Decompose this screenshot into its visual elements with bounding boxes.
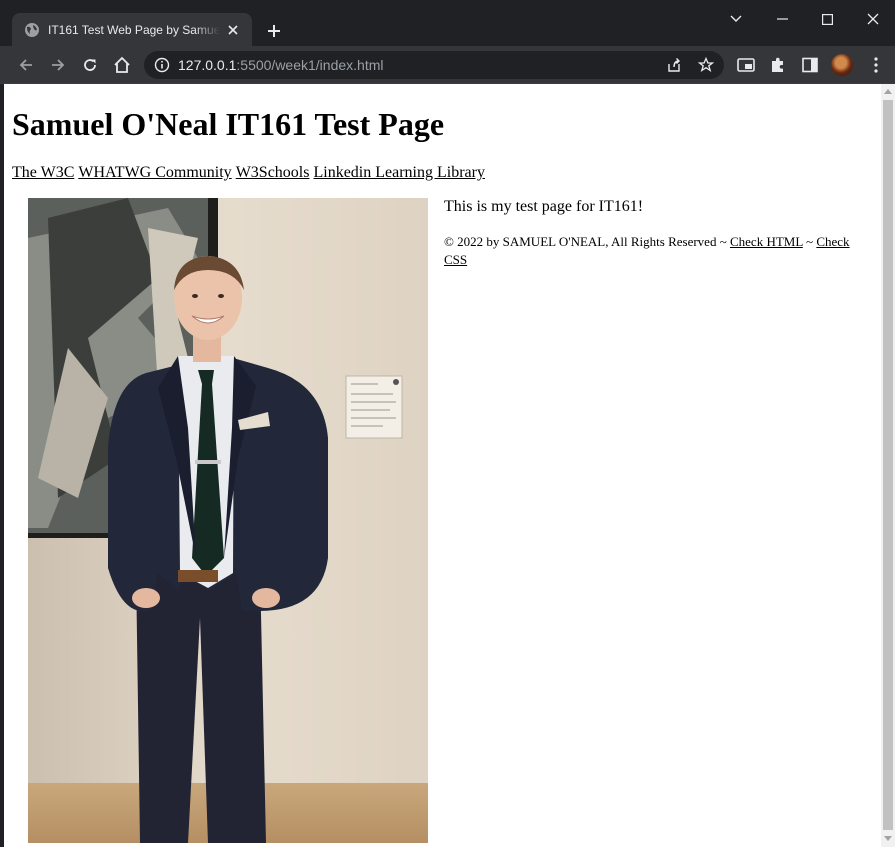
url-path: :5500/week1/index.html (236, 57, 384, 73)
check-html-link[interactable]: Check HTML (730, 234, 803, 249)
kebab-menu-icon (874, 57, 878, 73)
tab-search-button[interactable] (722, 6, 750, 32)
copyright-text: © 2022 by SAMUEL O'NEAL, All Rights Rese… (444, 234, 730, 249)
media-router-button[interactable] (734, 53, 758, 77)
page-viewport: Samuel O'Neal IT161 Test Page The W3C WHA… (4, 84, 881, 847)
home-icon (114, 56, 130, 73)
close-tab-icon[interactable] (224, 21, 242, 39)
link-w3c[interactable]: The W3C (12, 164, 74, 181)
home-button[interactable] (110, 53, 134, 77)
scrollbar-thumb[interactable] (883, 100, 893, 830)
link-whatwg[interactable]: WHATWG Community (78, 164, 231, 181)
tab-title: IT161 Test Web Page by Samuel O'Neal (48, 23, 220, 37)
browser-toolbar: 127.0.0.1:5500/week1/index.html (0, 46, 895, 84)
vertical-scrollbar[interactable] (881, 84, 895, 847)
close-window-button[interactable] (859, 6, 887, 32)
maximize-icon (821, 13, 833, 25)
title-bar: IT161 Test Web Page by Samuel O'Neal (0, 0, 895, 47)
maximize-button[interactable] (813, 6, 841, 32)
chevron-down-icon (730, 15, 742, 22)
footer-separator: ~ (802, 234, 817, 249)
share-icon[interactable] (666, 57, 682, 73)
minimize-icon (776, 18, 788, 20)
new-tab-button[interactable] (262, 19, 286, 43)
intro-text: This is my test page for IT161! (444, 198, 644, 215)
portrait-photo (28, 198, 428, 843)
plus-icon (268, 25, 280, 37)
minimize-button[interactable] (768, 6, 796, 32)
address-bar[interactable]: 127.0.0.1:5500/week1/index.html (144, 51, 724, 79)
page-heading: Samuel O'Neal IT161 Test Page (12, 106, 445, 142)
link-linkedin-learning[interactable]: Linkedin Learning Library (313, 164, 485, 181)
forward-button[interactable] (46, 53, 70, 77)
media-router-icon (737, 58, 755, 72)
scroll-down-arrow[interactable] (884, 836, 892, 841)
reload-button[interactable] (78, 53, 102, 77)
info-icon[interactable] (154, 57, 170, 73)
forward-icon (52, 59, 65, 71)
footer-text: © 2022 by SAMUEL O'NEAL, All Rights Rese… (444, 233, 864, 269)
back-button[interactable] (14, 53, 38, 77)
url-text: 127.0.0.1:5500/week1/index.html (178, 57, 383, 73)
extensions-button[interactable] (766, 53, 790, 77)
url-host: 127.0.0.1 (178, 57, 237, 73)
profile-avatar[interactable] (831, 54, 853, 76)
close-icon (867, 13, 879, 25)
star-icon[interactable] (698, 57, 714, 73)
puzzle-icon (772, 57, 783, 72)
scroll-up-arrow[interactable] (884, 89, 892, 94)
menu-button[interactable] (864, 53, 888, 77)
reload-icon (84, 59, 96, 71)
side-panel-icon (802, 57, 818, 73)
nav-links: The W3C WHATWG Community W3Schools Linkedin… (12, 164, 489, 182)
browser-tab[interactable]: IT161 Test Web Page by Samuel O'Neal (12, 13, 252, 47)
globe-icon (25, 23, 39, 37)
link-w3schools[interactable]: W3Schools (236, 164, 310, 181)
back-icon (19, 59, 32, 71)
side-panel-button[interactable] (798, 53, 822, 77)
